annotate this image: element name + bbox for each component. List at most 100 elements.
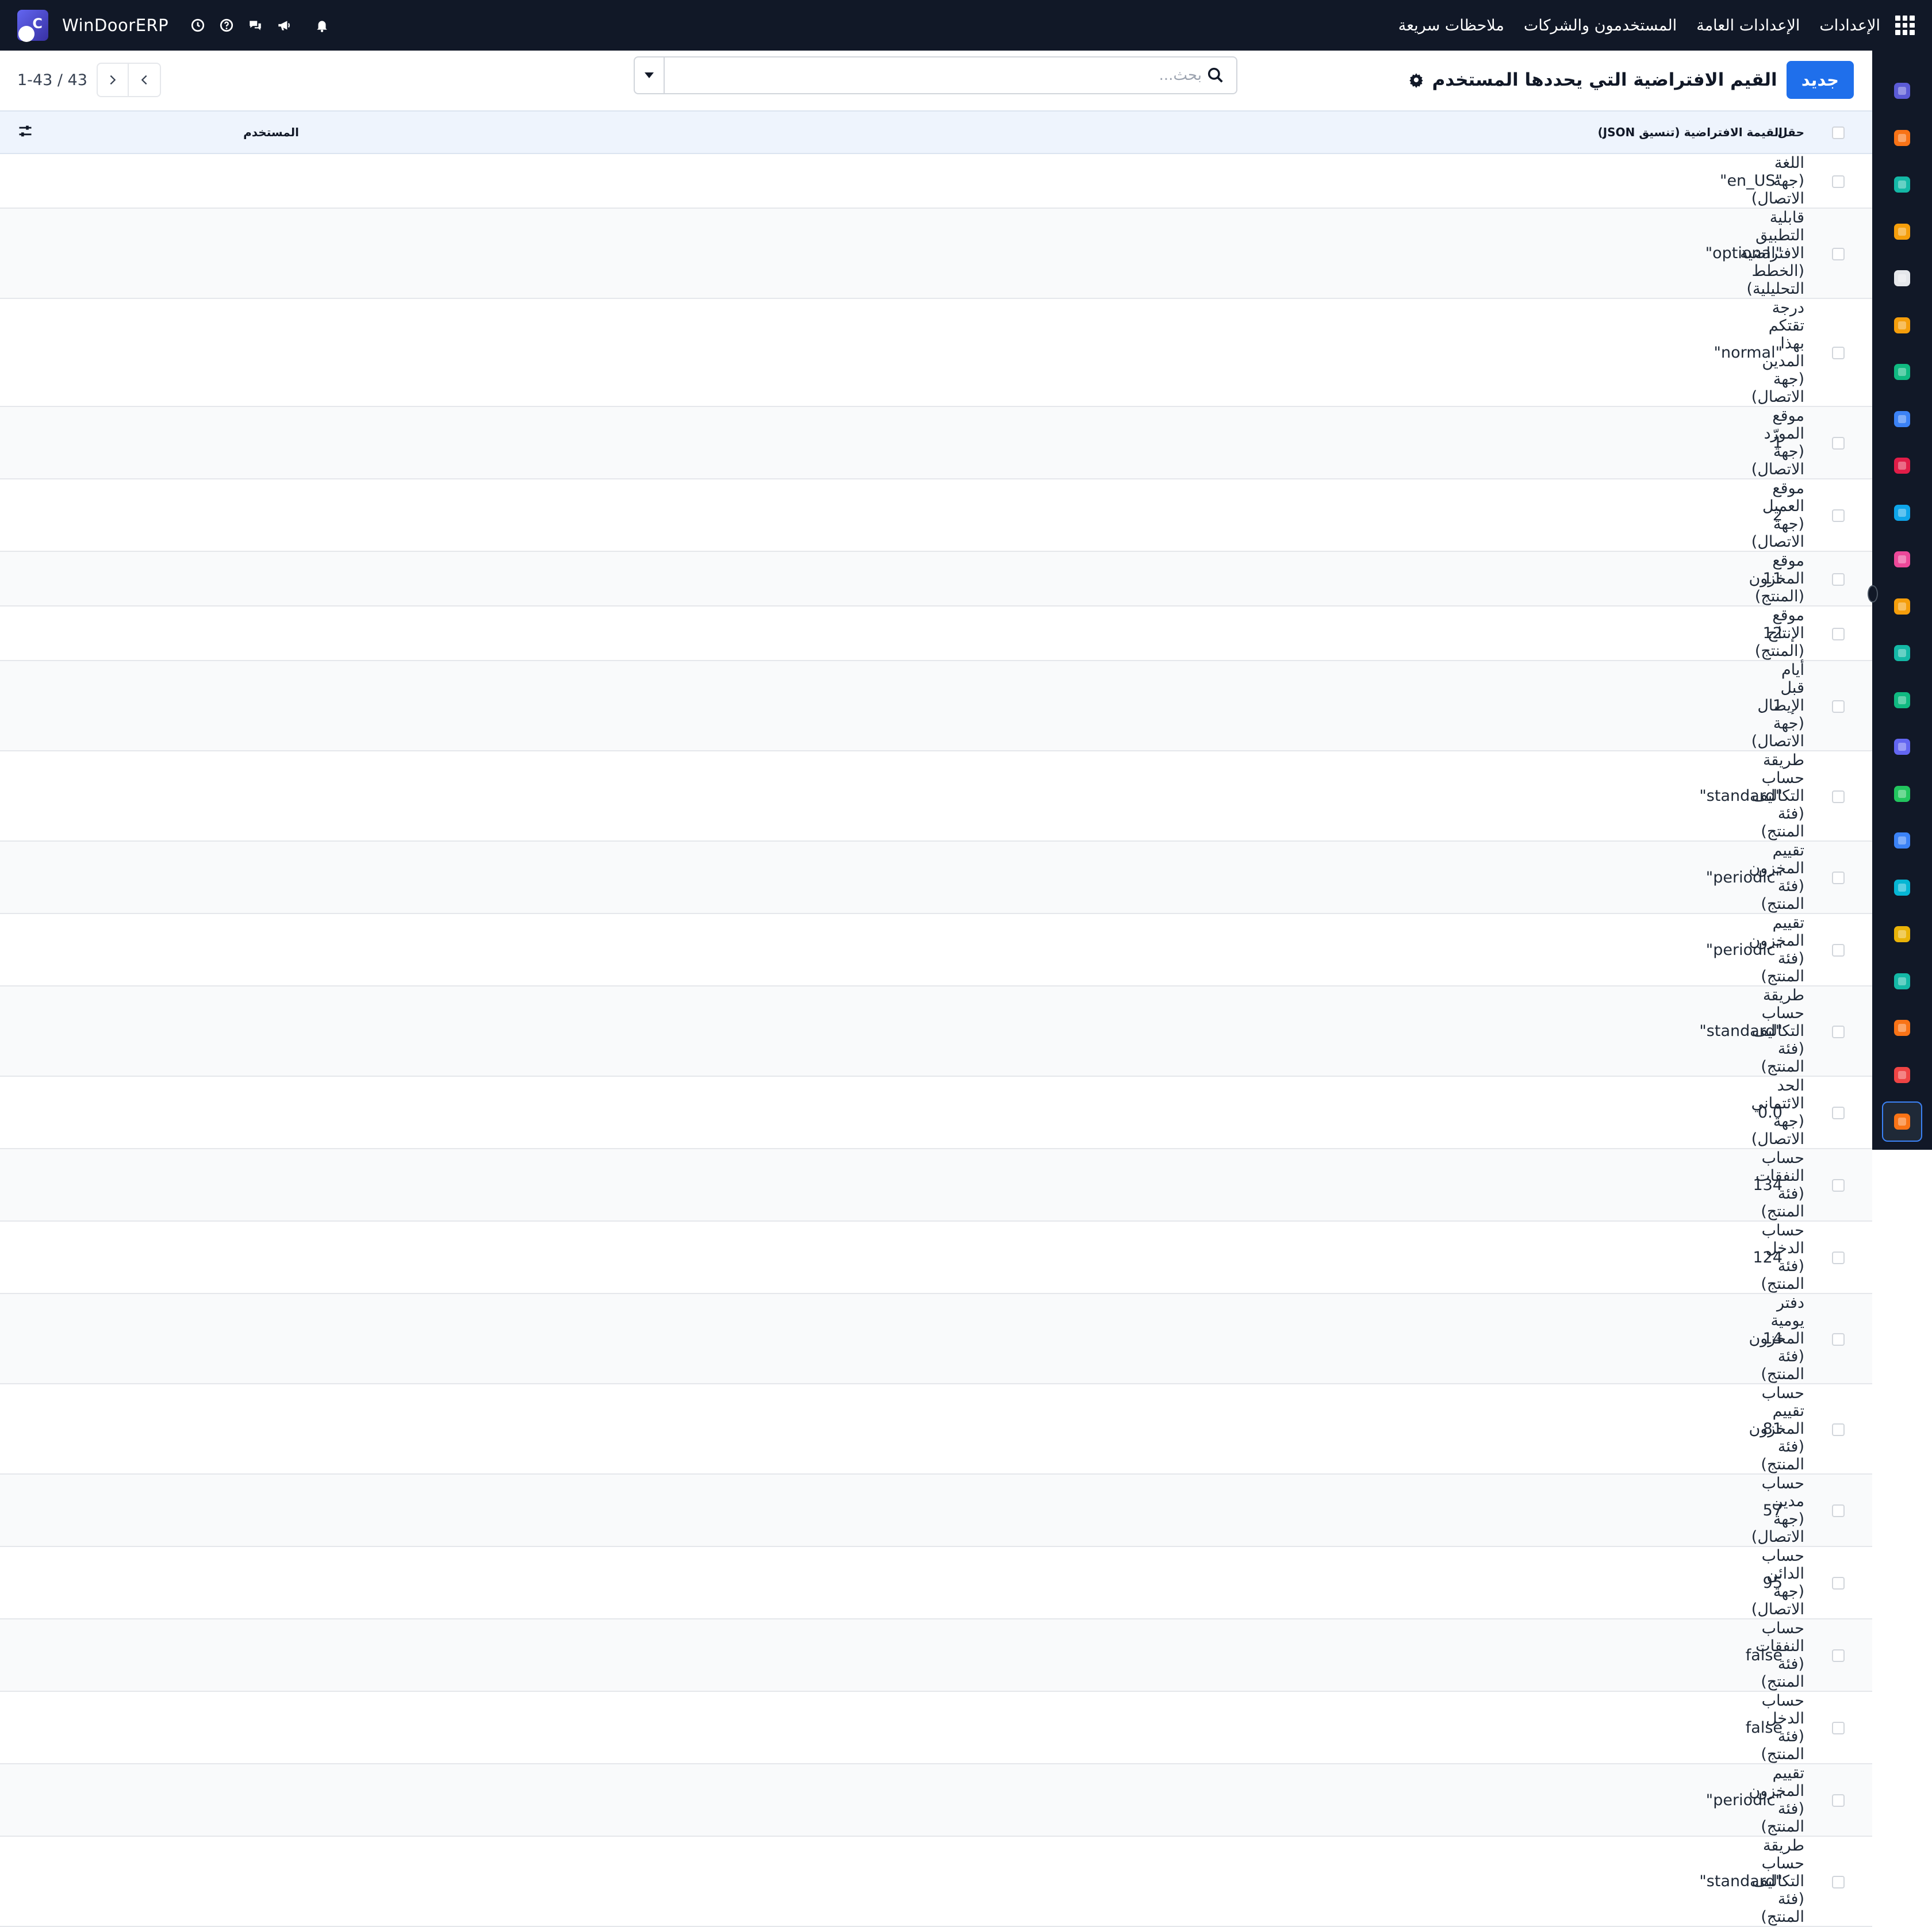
discuss-app-icon[interactable] — [1885, 121, 1919, 155]
row-checkbox[interactable] — [1832, 1252, 1845, 1264]
cell-field[interactable]: تقييم المخزون (فئة المنتج) — [1749, 841, 1804, 913]
table-row[interactable]: "periodic" تقييم المخزون (فئة المنتج) — [0, 841, 1872, 913]
column-header-json-default[interactable]: القيمة الافتراضية (تنسيق JSON) — [914, 111, 1782, 153]
table-row[interactable]: 134 حساب النفقات (فئة المنتج) — [0, 1149, 1872, 1221]
help-icon[interactable] — [212, 11, 241, 40]
row-checkbox[interactable] — [1832, 1577, 1845, 1590]
package-app-icon[interactable] — [1885, 448, 1919, 483]
cell-json-default[interactable]: 57 — [914, 1474, 1782, 1546]
row-checkbox[interactable] — [1832, 1179, 1845, 1192]
id-card-app-icon[interactable] — [1885, 683, 1919, 717]
menu-quick-notes[interactable]: ملاحظات سريعة — [1398, 17, 1504, 34]
menu-settings[interactable]: الإعدادات — [1819, 17, 1880, 34]
row-checkbox[interactable] — [1832, 1875, 1845, 1888]
table-row[interactable]: 1 أيام قبل الإيصال (جهة الاتصال) — [0, 661, 1872, 751]
row-checkbox[interactable] — [1832, 1722, 1845, 1734]
cell-user[interactable] — [52, 1293, 914, 1384]
cell-user[interactable] — [52, 1691, 914, 1764]
cell-field[interactable]: حساب الدائن (جهة الاتصال) — [1751, 1546, 1804, 1619]
cell-json-default[interactable]: 12 — [914, 606, 1782, 661]
company-logo-icon[interactable] — [17, 10, 48, 42]
new-button[interactable]: جديد — [1786, 61, 1854, 99]
gear-icon[interactable] — [1408, 72, 1424, 88]
cell-user[interactable] — [52, 551, 914, 606]
cell-json-default[interactable]: 124 — [914, 1221, 1782, 1293]
table-row[interactable]: false حساب النفقات (فئة المنتج) — [0, 1619, 1872, 1691]
cell-field[interactable]: حساب النفقات (فئة المنتج) — [1755, 1619, 1804, 1691]
cell-field[interactable]: دفتر يومية المخزون (فئة المنتج) — [1749, 1293, 1804, 1384]
cell-field[interactable]: حساب النفقات (فئة المنتج) — [1755, 1149, 1804, 1221]
cell-user[interactable] — [52, 606, 914, 661]
row-checkbox[interactable] — [1832, 437, 1845, 450]
cell-field[interactable]: حساب الدخل (فئة المنتج) — [1761, 1691, 1804, 1764]
project-app-icon[interactable] — [1885, 167, 1919, 202]
table-row[interactable]: "standard" طريقة حساب التكاليف (فئة المنت… — [0, 986, 1872, 1076]
cell-json-default[interactable]: "periodic" — [914, 913, 1782, 986]
cell-field[interactable]: طريقة حساب التكاليف (فئة المنتج) — [1752, 751, 1804, 841]
rail-collapse-handle[interactable] — [1868, 585, 1878, 602]
row-checkbox[interactable] — [1832, 247, 1845, 260]
cell-field[interactable]: قابلية التطبيق الافتراضية (الخطط التحليل… — [1740, 208, 1804, 298]
invoicing-app-icon[interactable] — [1885, 496, 1919, 530]
chat-icon[interactable] — [241, 11, 270, 40]
table-row[interactable]: 11 موقع المخزون (المنتج) — [0, 551, 1872, 606]
cell-json-default[interactable]: "periodic" — [914, 841, 1782, 913]
cell-json-default[interactable]: "standard" — [914, 1836, 1782, 1926]
cell-user[interactable] — [52, 913, 914, 986]
cell-field[interactable]: اللغة (جهة الاتصال) — [1751, 153, 1804, 208]
cell-user[interactable] — [52, 1221, 914, 1293]
cell-json-default[interactable]: 14 — [914, 1293, 1782, 1384]
row-checkbox[interactable] — [1832, 1025, 1845, 1038]
widgets-app-icon[interactable] — [1885, 730, 1919, 764]
time-off-app-icon[interactable] — [1885, 823, 1919, 858]
table-row[interactable]: 14 دفتر يومية المخزون (فئة المنتج) — [0, 1293, 1872, 1384]
table-row[interactable]: "optional" قابلية التطبيق الافتراضية (الخ… — [0, 208, 1872, 298]
knowledge-app-icon[interactable] — [1885, 402, 1919, 436]
cell-field[interactable]: حساب مدين (جهة الاتصال) — [1751, 1474, 1804, 1546]
dashboard-app-icon[interactable] — [1885, 214, 1919, 249]
cell-field[interactable]: موقع المورّد (جهة الاتصال) — [1751, 406, 1804, 479]
row-checkbox[interactable] — [1832, 509, 1845, 522]
row-checkbox[interactable] — [1832, 944, 1845, 957]
brand-name[interactable]: WinDoorERP — [62, 16, 168, 35]
cell-json-default[interactable]: "standard" — [914, 751, 1782, 841]
cell-user[interactable] — [52, 751, 914, 841]
cell-field[interactable]: طريقة حساب التكاليف (فئة المنتج) — [1752, 986, 1804, 1076]
cell-field[interactable]: حساب الدخل (فئة المنتج) — [1761, 1221, 1804, 1293]
column-header-field[interactable]: حقل — [1777, 111, 1804, 153]
spreadsheet-app-icon[interactable] — [1885, 964, 1919, 999]
table-row[interactable]: "normal" درجة تقتكم بهذا المدين (جهة الات… — [0, 298, 1872, 406]
table-row[interactable]: 81 حساب تقييم المخزون (فئة المنتج) — [0, 1384, 1872, 1474]
tasks-check-icon[interactable] — [1885, 355, 1919, 389]
table-row[interactable]: "standard" طريقة حساب التكاليف (فئة المنت… — [0, 751, 1872, 841]
cell-user[interactable] — [52, 1546, 914, 1619]
cell-json-default[interactable]: false — [914, 1691, 1782, 1764]
select-all-checkbox[interactable] — [1832, 126, 1845, 140]
cell-user[interactable] — [52, 479, 914, 551]
table-row[interactable]: 0.0 الحد الائتماني (جهة الاتصال) — [0, 1076, 1872, 1149]
row-checkbox[interactable] — [1832, 627, 1845, 640]
cell-user[interactable] — [52, 208, 914, 298]
search-icon[interactable] — [1206, 66, 1225, 85]
website-app-icon[interactable] — [1885, 870, 1919, 905]
cell-user[interactable] — [52, 841, 914, 913]
cell-user[interactable] — [52, 153, 914, 208]
cell-field[interactable]: موقع العميل (جهة الاتصال) — [1751, 479, 1804, 551]
pager-value[interactable]: 1-43 / 43 — [17, 71, 87, 89]
cell-field[interactable]: حساب تقييم المخزون (فئة المنتج) — [1749, 1384, 1804, 1474]
cell-field[interactable]: تقييم المخزون (فئة المنتج) — [1749, 913, 1804, 986]
table-row[interactable]: "en_US" اللغة (جهة الاتصال) — [0, 153, 1872, 208]
cell-user[interactable] — [52, 1076, 914, 1149]
pager-previous-button[interactable] — [128, 63, 161, 97]
row-checkbox[interactable] — [1832, 1107, 1845, 1119]
cell-user[interactable] — [52, 986, 914, 1076]
cell-field[interactable]: موقع الإنتاج (المنتج) — [1755, 606, 1804, 661]
cell-json-default[interactable]: "optional" — [914, 208, 1782, 298]
table-row[interactable]: 57 حساب مدين (جهة الاتصال) — [0, 1474, 1872, 1546]
row-checkbox[interactable] — [1832, 1333, 1845, 1346]
sliders-icon[interactable] — [17, 123, 33, 139]
cell-json-default[interactable]: 2 — [914, 479, 1782, 551]
cell-user[interactable] — [52, 1149, 914, 1221]
row-checkbox[interactable] — [1832, 573, 1845, 586]
cell-user[interactable] — [52, 1474, 914, 1546]
